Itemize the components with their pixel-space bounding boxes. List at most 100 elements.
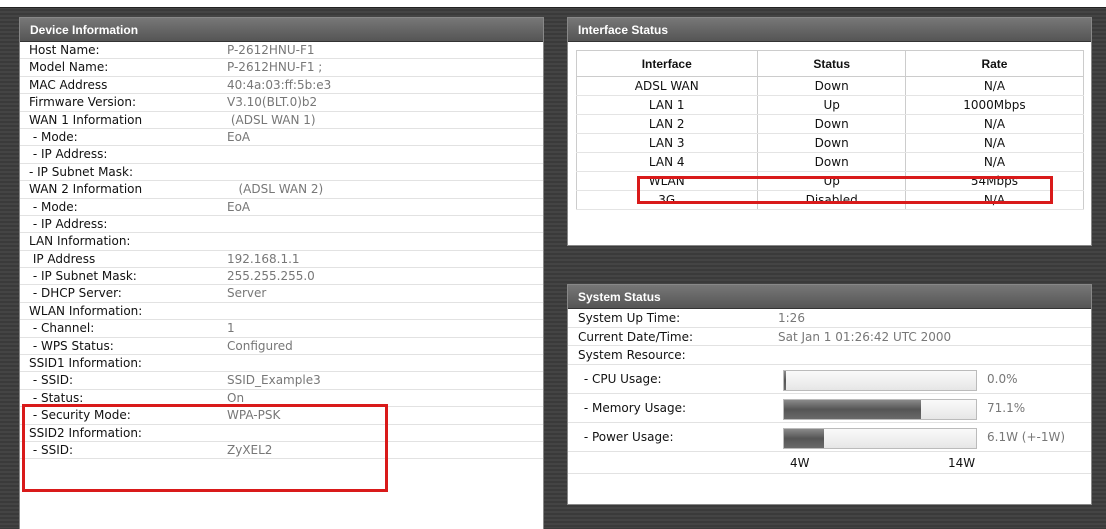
device-info-row: WLAN Information: bbox=[20, 303, 543, 321]
column-header-rate: Rate bbox=[905, 50, 1084, 77]
uptime-label: System Up Time: bbox=[578, 311, 681, 325]
device-info-label: - IP Subnet Mask: bbox=[29, 164, 134, 179]
power-scale-max: 14W bbox=[948, 455, 976, 470]
cpu-usage-bar bbox=[783, 369, 977, 391]
device-info-value: V3.10(BLT.0)b2 bbox=[227, 95, 318, 110]
device-info-row: Model Name: P-2612HNU-F1 ; bbox=[20, 59, 543, 77]
device-info-label: - Security Mode: bbox=[29, 408, 131, 423]
device-info-value: (ADSL WAN 2) bbox=[227, 182, 324, 197]
device-info-label: - IP Address: bbox=[29, 216, 108, 231]
device-info-row: - WPS Status: Configured bbox=[20, 338, 543, 356]
device-info-label: IP Address bbox=[29, 251, 96, 266]
power-usage-bar-fill bbox=[784, 428, 825, 448]
device-info-row: - SSID: SSID_Example3 bbox=[20, 372, 543, 390]
device-information-list: Host Name: P-2612HNU-F1 Model Name: P-2612H… bbox=[20, 42, 543, 460]
device-info-value: Configured bbox=[227, 338, 293, 353]
device-info-row: WAN 2 Information (ADSL WAN 2) bbox=[20, 181, 543, 199]
device-info-value: EoA bbox=[227, 199, 251, 214]
device-info-label: - Mode: bbox=[29, 129, 78, 144]
device-info-value: 40:4a:03:ff:5b:e3 bbox=[227, 77, 332, 92]
interface-cell: LAN 3 bbox=[575, 133, 758, 153]
memory-usage-value: 71.1% bbox=[987, 400, 1026, 415]
device-info-label: Host Name: bbox=[29, 43, 100, 57]
power-usage-bar bbox=[783, 427, 977, 449]
rate-cell: N/A bbox=[905, 114, 1084, 134]
device-info-label: - Channel: bbox=[29, 321, 95, 336]
device-info-value: 1 bbox=[227, 321, 235, 336]
device-info-label: - Mode: bbox=[29, 199, 78, 214]
rate-cell: N/A bbox=[905, 133, 1084, 153]
system-resource-label: System Resource: bbox=[578, 348, 686, 362]
cpu-usage-bar-fill bbox=[784, 370, 786, 390]
device-information-panel: Device Information Host Name: P-2612HNU-F… bbox=[19, 17, 544, 529]
system-resource-row: System Resource: bbox=[568, 346, 1091, 365]
rate-cell: N/A bbox=[905, 152, 1084, 172]
interface-cell: LAN 2 bbox=[575, 114, 758, 134]
table-row: LAN 1 Up 1000Mbps bbox=[575, 95, 1084, 115]
device-info-value: (ADSL WAN 1) bbox=[227, 112, 316, 127]
interface-cell: WLAN bbox=[575, 171, 758, 191]
device-info-value: On bbox=[227, 390, 245, 405]
memory-usage-bar-fill bbox=[784, 399, 921, 419]
rate-cell: N/A bbox=[905, 76, 1084, 96]
device-info-label: WLAN Information: bbox=[29, 303, 143, 318]
device-info-row: - IP Subnet Mask: bbox=[20, 164, 543, 182]
status-cell: Down bbox=[756, 133, 907, 153]
device-info-label: MAC Address bbox=[29, 77, 108, 92]
device-info-label: SSID1 Information: bbox=[29, 356, 142, 371]
device-info-row: MAC Address 40:4a:03:ff:5b:e3 bbox=[20, 77, 543, 95]
device-info-label: - WPS Status: bbox=[29, 338, 114, 353]
device-info-row: - IP Address: bbox=[20, 146, 543, 164]
device-information-title: Device Information bbox=[20, 18, 543, 42]
device-info-row: LAN Information: bbox=[20, 233, 543, 251]
status-cell: Down bbox=[756, 76, 907, 96]
status-cell: Down bbox=[756, 114, 907, 134]
power-usage-label: - Power Usage: bbox=[580, 429, 674, 444]
device-info-label: - IP Address: bbox=[29, 147, 108, 162]
device-info-label: - SSID: bbox=[29, 442, 74, 457]
device-info-row: - IP Subnet Mask: 255.255.255.0 bbox=[20, 268, 543, 286]
date-time-label: Current Date/Time: bbox=[578, 329, 694, 344]
cpu-usage-label: - CPU Usage: bbox=[580, 371, 662, 386]
memory-usage-bar bbox=[783, 398, 977, 420]
power-scale-min: 4W bbox=[790, 455, 810, 470]
status-cell: Up bbox=[756, 95, 907, 115]
power-scale-row: 4W 14W bbox=[568, 452, 1091, 474]
device-info-label: Firmware Version: bbox=[29, 95, 136, 110]
cpu-usage-value: 0.0% bbox=[987, 371, 1018, 386]
device-info-value: P-2612HNU-F1 bbox=[227, 43, 315, 57]
interface-cell: ADSL WAN bbox=[575, 76, 758, 96]
device-info-label: - DHCP Server: bbox=[29, 286, 122, 301]
device-info-row: SSID2 Information: bbox=[20, 425, 543, 442]
device-info-value: ZyXEL2 bbox=[227, 442, 273, 457]
interface-status-title: Interface Status bbox=[568, 18, 1091, 42]
device-info-value: SSID_Example3 bbox=[227, 373, 321, 388]
rate-cell: 54Mbps bbox=[905, 171, 1084, 191]
table-row: LAN 4 Down N/A bbox=[575, 152, 1084, 172]
interface-cell: LAN 4 bbox=[575, 152, 758, 172]
device-info-label: LAN Information: bbox=[29, 234, 131, 249]
rate-cell: N/A bbox=[905, 190, 1084, 210]
device-info-value: 192.168.1.1 bbox=[227, 251, 300, 266]
device-info-row: SSID1 Information: bbox=[20, 355, 543, 373]
table-row: LAN 2 Down N/A bbox=[575, 114, 1084, 134]
device-info-row: - Mode: EoA bbox=[20, 129, 543, 147]
device-info-label: - IP Subnet Mask: bbox=[29, 269, 137, 284]
interface-cell: LAN 1 bbox=[575, 95, 758, 115]
date-time-row: Current Date/Time: Sat Jan 1 01:26:42 UT… bbox=[568, 328, 1091, 346]
date-time-value: Sat Jan 1 01:26:42 UTC 2000 bbox=[778, 329, 952, 344]
device-info-value: 255.255.255.0 bbox=[227, 269, 315, 284]
table-row: ADSL WAN Down N/A bbox=[575, 76, 1084, 96]
device-info-row: Host Name: P-2612HNU-F1 bbox=[20, 42, 543, 60]
interface-status-table: Interface Status Rate ADSL WAN Down N/A LAN… bbox=[575, 50, 1084, 210]
device-info-label: Model Name: bbox=[29, 60, 109, 75]
column-header-status: Status bbox=[756, 50, 907, 77]
cpu-usage-row: - CPU Usage: 0.0% bbox=[568, 365, 1091, 394]
uptime-row: System Up Time: 1:26 bbox=[568, 309, 1091, 328]
power-usage-row: - Power Usage: 6.1W (+-1W) bbox=[568, 423, 1091, 452]
device-info-row: WAN 1 Information (ADSL WAN 1) bbox=[20, 112, 543, 129]
status-cell: Disabled bbox=[756, 190, 907, 210]
uptime-value: 1:26 bbox=[778, 311, 805, 325]
device-info-row: - SSID: ZyXEL2 bbox=[20, 442, 543, 460]
status-cell: Down bbox=[756, 152, 907, 172]
